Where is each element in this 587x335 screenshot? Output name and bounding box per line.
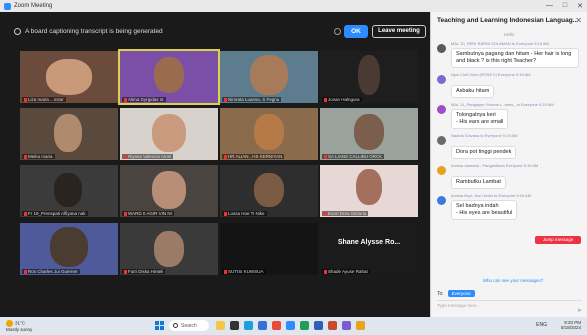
edge-icon[interactable] [244,321,253,330]
send-icon[interactable]: ➤ [577,307,582,314]
chat-input[interactable]: Type message here... ➤ [437,300,582,314]
help-icon[interactable] [334,28,341,35]
avatar [437,196,446,205]
chat-message[interactable]: MAL 11_Pangayan Yvonne L. anes_ to Every… [431,102,587,129]
photos-icon[interactable] [356,321,365,330]
participant-name-display: Shane Alysse Ro... [337,239,401,246]
avatar [437,166,446,175]
taskbar: 31°C Mostly sunny Search ENG 9:20 PM 8/1… [0,317,587,335]
avatar [437,44,446,53]
video-tile[interactable]: Shane Alysse Ro... Shade Ayuse Rahat [320,223,418,275]
video-tile[interactable]: Futri Diska Hinteli [120,223,218,275]
avatar [437,75,446,84]
caption-banner: A board captioning transcript is being g… [8,20,426,42]
teams-icon[interactable] [342,321,351,330]
file-explorer-icon[interactable] [216,321,225,330]
video-tile[interactable]: Fr 19_Prenspati Alfiyana nak [20,165,118,217]
banner-message: A board captioning transcript is being g… [25,27,163,35]
task-view-icon[interactable] [230,321,239,330]
word-icon[interactable] [314,321,323,330]
chat-message[interactable]: Annisa dannata - Pangestiuna Everyone 9:… [431,163,587,189]
video-tile[interactable]: Liza maria ...nstor [20,51,118,103]
video-tile[interactable]: Jovan Halngura [320,51,418,103]
close-icon[interactable]: ✕ [577,2,583,10]
start-icon[interactable] [155,321,164,330]
video-tile[interactable]: SA LIANS CALLIBU ORCK [320,108,418,160]
meeting-area: A board captioning transcript is being g… [0,12,430,317]
chat-message[interactable]: MAL 10_RENI RARNI SOLAMAN to Everyone 9:… [431,41,587,68]
chat-title: Teaching and Learning Indonesian Languag… [437,17,579,24]
chrome-icon[interactable] [272,321,281,330]
zoom-icon[interactable] [286,321,295,330]
video-tile[interactable]: Lossa Hoe Ti Nike [220,165,318,217]
chat-sub: Hello [503,32,515,37]
leave-meeting-button[interactable]: Leave meeting [372,25,426,38]
chat-message[interactable]: Nadhia Solvana to Everyone 9:19 AM Dora … [431,133,587,159]
video-tile[interactable]: HR ALIAN...HS KERNIYAN [220,108,318,160]
sun-icon [6,320,13,327]
who-can-see-link[interactable]: Who can see your messages? [443,278,583,283]
weather-widget[interactable]: 31°C Mostly sunny [6,320,32,332]
chat-panel: Teaching and Learning Indonesian Languag… [430,12,587,317]
search-box[interactable]: Search [169,320,209,331]
minimize-icon[interactable]: — [546,2,553,10]
avatar [437,105,446,114]
avatar [437,136,446,145]
close-chat-icon[interactable]: ✕ [575,16,582,25]
powerpoint-icon[interactable] [328,321,337,330]
to-label: To: [437,290,444,297]
excel-icon[interactable] [300,321,309,330]
language-indicator[interactable]: ENG [536,322,547,328]
video-tile[interactable]: Eunri Drea Gilduria [320,165,418,217]
video-tile-active[interactable]: Alima Gyrgidas nt [118,49,220,105]
chat-message[interactable]: Nyoi Cinti Dinni (ROSE II) Everyone 9:19… [431,72,587,98]
maximize-icon[interactable]: □ [563,2,567,10]
search-icon [173,323,178,328]
jump-message-button[interactable]: Jump message [535,236,581,244]
recipient-row: To: Everyone [437,290,475,297]
recipient-dropdown[interactable]: Everyone [447,290,475,297]
info-icon [14,27,21,35]
zoom-logo-icon [4,2,11,10]
clock[interactable]: 9:20 PM 8/18/2024 [561,320,581,330]
video-tile[interactable]: Riyasa Valencia Amel [120,108,218,160]
video-tile[interactable]: WARD II AGIR VIN NI [120,165,218,217]
ok-button[interactable]: OK [344,25,368,38]
chat-message[interactable]: Annisa Bryx, Ace Uedel to Everyone 9:19 … [431,193,587,220]
window-title: Zoom Meeting [14,3,53,9]
video-tile[interactable]: SUTISI KUWSUA [220,223,318,275]
video-tile[interactable]: Nimrata Luansa, S Fegnu [220,51,318,103]
store-icon[interactable] [258,321,267,330]
video-tile[interactable]: Meika maria [20,108,118,160]
video-tile[interactable]: Ros Charles Jui Guerner [20,223,118,275]
title-bar: Zoom Meeting — □ ✕ [0,0,587,12]
